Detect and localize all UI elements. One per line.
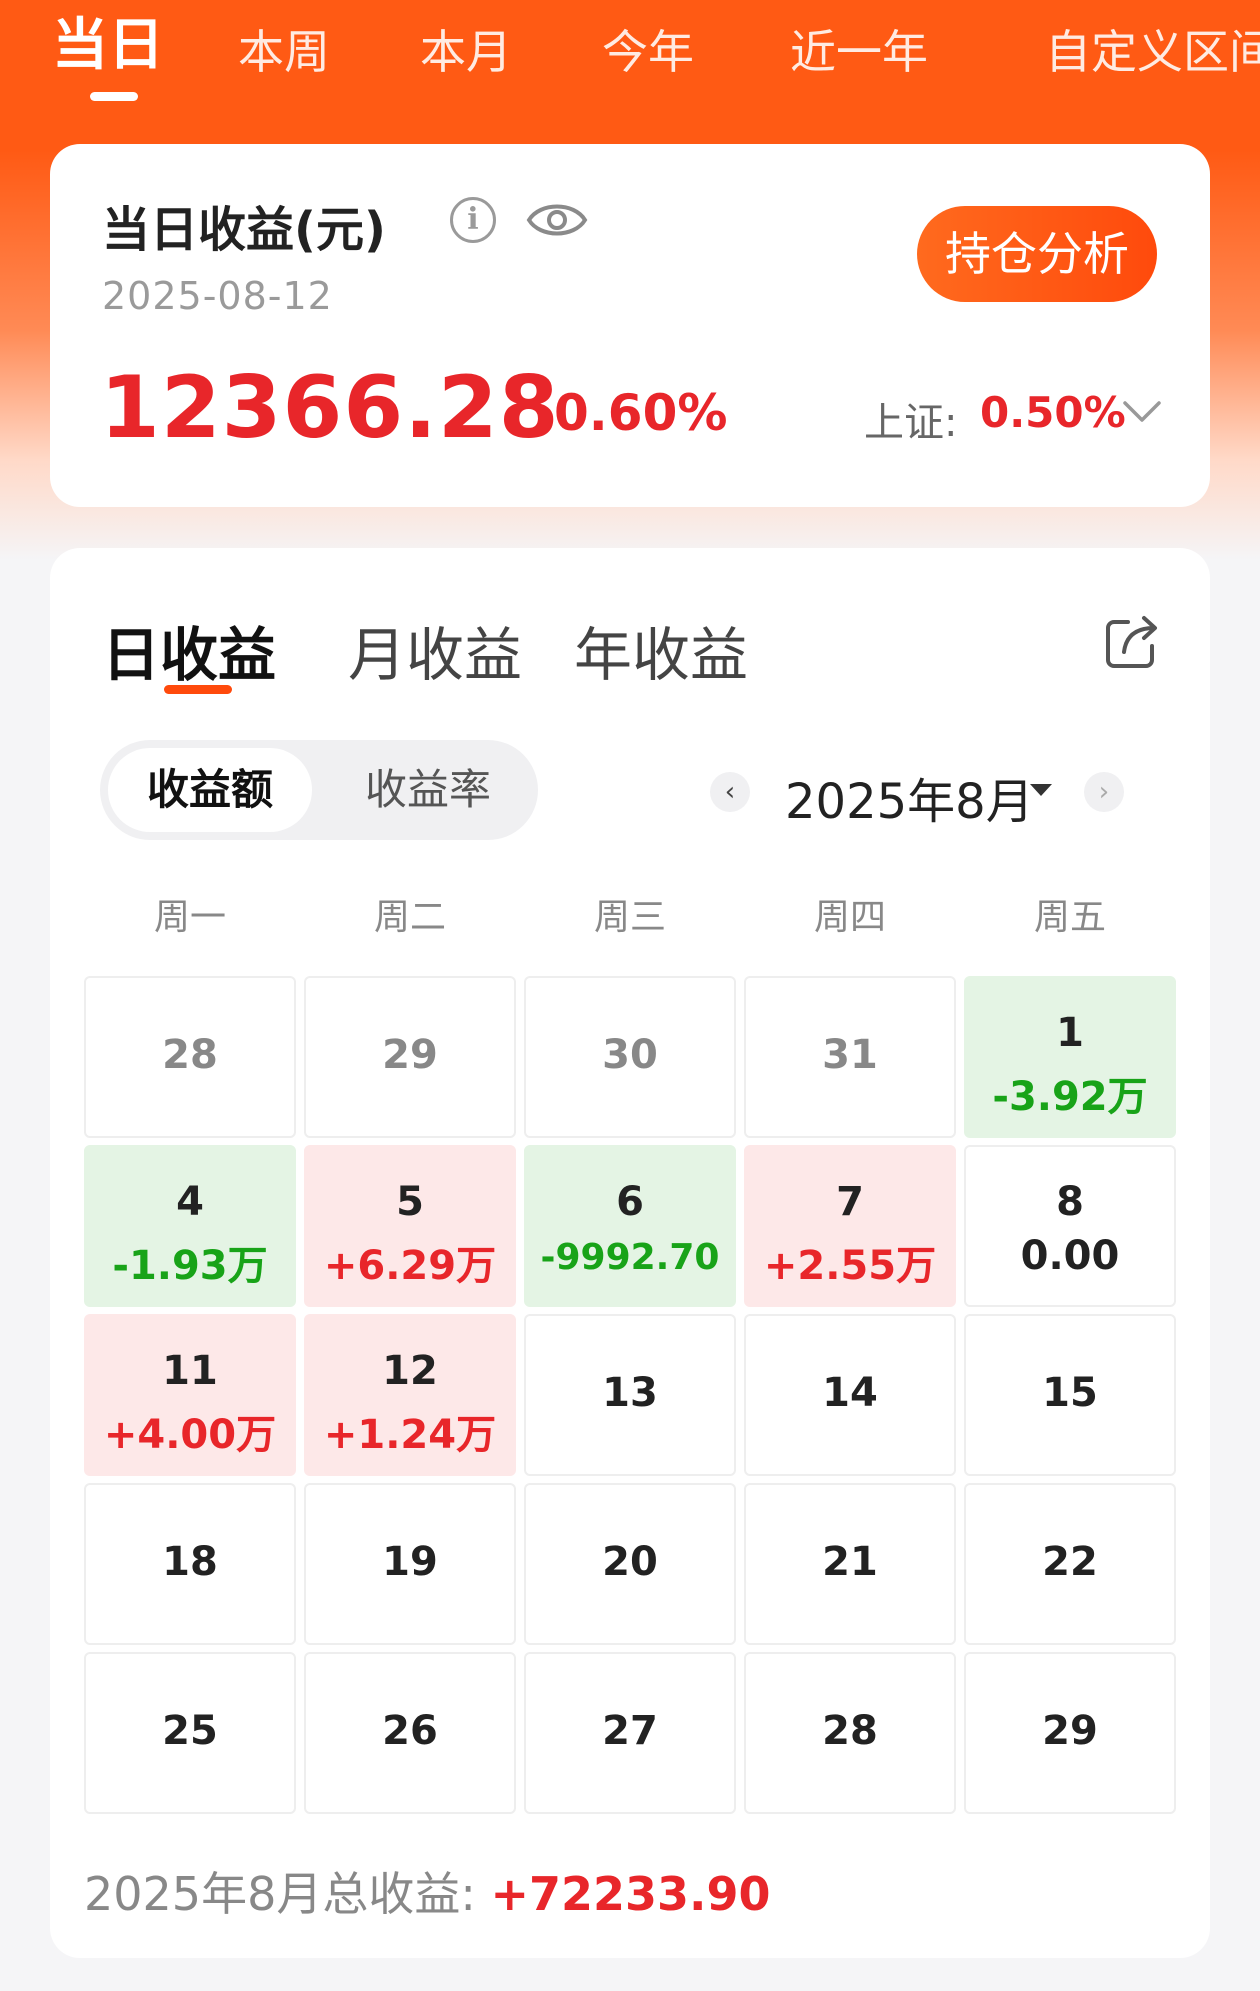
daily-summary-card: 当日收益(元) i 2025-08-12 持仓分析 12366.28 0.60%…: [50, 144, 1210, 507]
profit-calendar-card: 日收益 月收益 年收益 收益额 收益率 ‹ 2025年8月 › 周一 周二 周三…: [50, 548, 1210, 1958]
index-label: 上证:: [864, 400, 958, 446]
day-number: 26: [382, 1708, 438, 1754]
prev-month-button[interactable]: ‹: [710, 772, 750, 812]
tab-last-year[interactable]: 近一年: [790, 22, 928, 82]
day-profit-value: +4.00万: [103, 1412, 277, 1458]
day-number: 4: [176, 1179, 204, 1225]
day-number: 22: [1042, 1539, 1098, 1585]
day-number: 7: [836, 1179, 864, 1225]
calendar-day-cell[interactable]: 31: [744, 976, 956, 1138]
segment-profit-rate[interactable]: 收益率: [326, 748, 530, 832]
active-tab-indicator: [90, 92, 138, 101]
calendar-day-cell[interactable]: 29: [304, 976, 516, 1138]
day-number: 8: [1056, 1179, 1084, 1225]
index-value: 0.50%: [980, 388, 1126, 437]
day-number: 12: [382, 1348, 438, 1394]
day-profit-value: 0.00: [1020, 1233, 1120, 1279]
day-profit-value: +6.29万: [323, 1243, 497, 1289]
calendar-day-cell[interactable]: 1 -3.92万: [964, 976, 1176, 1138]
day-number: 1: [1056, 1010, 1084, 1056]
profit-metric-toggle: 收益额 收益率: [100, 740, 538, 840]
calendar-day-cell[interactable]: 8 0.00: [964, 1145, 1176, 1307]
tab-monthly-profit[interactable]: 月收益: [348, 608, 522, 692]
day-number: 5: [396, 1179, 424, 1225]
calendar-day-cell[interactable]: 6 -9992.70: [524, 1145, 736, 1307]
day-number: 28: [162, 1032, 218, 1078]
day-number: 28: [822, 1708, 878, 1754]
day-number: 20: [602, 1539, 658, 1585]
month-selector[interactable]: 2025年8月: [785, 762, 1034, 832]
month-total-label: 2025年8月总收益:: [84, 1867, 476, 1921]
day-number: 19: [382, 1539, 438, 1585]
calendar-day-cell[interactable]: 26: [304, 1652, 516, 1814]
calendar-day-cell[interactable]: 28: [744, 1652, 956, 1814]
weekday-label: 周五: [1033, 897, 1106, 938]
summary-title: 当日收益(元): [102, 202, 386, 258]
calendar-day-cell[interactable]: 4 -1.93万: [84, 1145, 296, 1307]
type-tab-indicator: [164, 685, 232, 694]
day-number: 30: [602, 1032, 658, 1078]
calendar-day-cell[interactable]: 14: [744, 1314, 956, 1476]
share-icon[interactable]: [1102, 612, 1162, 672]
segment-profit-amount[interactable]: 收益额: [108, 748, 312, 832]
tab-custom-range[interactable]: 自定义区间: [1045, 22, 1260, 82]
month-total-value: +72233.90: [490, 1867, 771, 1921]
weekday-label: 周三: [593, 897, 666, 938]
daily-profit-amount: 12366.28: [100, 358, 560, 458]
period-tab-bar: 当日 本周 本月 今年 近一年 自定义区间: [0, 0, 1260, 110]
calendar-day-cell[interactable]: 5 +6.29万: [304, 1145, 516, 1307]
day-profit-value: +2.55万: [763, 1243, 937, 1289]
calendar-day-cell[interactable]: 27: [524, 1652, 736, 1814]
day-number: 15: [1042, 1370, 1098, 1416]
calendar-day-cell[interactable]: 12 +1.24万: [304, 1314, 516, 1476]
tab-this-week[interactable]: 本周: [238, 22, 330, 82]
calendar-day-cell[interactable]: 30: [524, 976, 736, 1138]
day-number: 6: [616, 1179, 644, 1225]
calendar-day-cell[interactable]: 28: [84, 976, 296, 1138]
day-number: 27: [602, 1708, 658, 1754]
tab-today[interactable]: 当日: [52, 16, 164, 76]
day-profit-value: +1.24万: [323, 1412, 497, 1458]
calendar-day-cell[interactable]: 13: [524, 1314, 736, 1476]
tab-this-year[interactable]: 今年: [602, 22, 694, 82]
calendar-day-cell[interactable]: 7 +2.55万: [744, 1145, 956, 1307]
day-number: 25: [162, 1708, 218, 1754]
weekday-header: 周一 周二 周三 周四 周五: [84, 888, 1176, 948]
calendar-day-cell[interactable]: 21: [744, 1483, 956, 1645]
calendar-day-cell[interactable]: 20: [524, 1483, 736, 1645]
calendar-day-cell[interactable]: 19: [304, 1483, 516, 1645]
month-total: 2025年8月总收益: +72233.90: [84, 1858, 771, 1924]
day-number: 13: [602, 1370, 658, 1416]
day-profit-value: -9992.70: [540, 1237, 720, 1278]
weekday-label: 周二: [373, 897, 446, 938]
weekday-label: 周一: [153, 897, 226, 938]
tab-yearly-profit[interactable]: 年收益: [574, 608, 748, 692]
day-number: 14: [822, 1370, 878, 1416]
calendar-day-cell[interactable]: 22: [964, 1483, 1176, 1645]
weekday-label: 周四: [813, 897, 886, 938]
day-number: 21: [822, 1539, 878, 1585]
info-icon[interactable]: i: [450, 197, 496, 243]
summary-date: 2025-08-12: [102, 274, 333, 318]
calendar-day-cell[interactable]: 15: [964, 1314, 1176, 1476]
caret-down-icon[interactable]: [1030, 784, 1052, 796]
calendar-day-cell[interactable]: 25: [84, 1652, 296, 1814]
eye-icon[interactable]: [526, 196, 588, 244]
day-number: 18: [162, 1539, 218, 1585]
position-analysis-button[interactable]: 持仓分析: [917, 206, 1157, 302]
day-number: 11: [162, 1348, 218, 1394]
day-profit-value: -1.93万: [112, 1243, 268, 1289]
calendar-day-cell[interactable]: 29: [964, 1652, 1176, 1814]
day-number: 31: [822, 1032, 878, 1078]
calendar-day-cell[interactable]: 11 +4.00万: [84, 1314, 296, 1476]
next-month-button[interactable]: ›: [1084, 772, 1124, 812]
tab-this-month[interactable]: 本月: [420, 22, 512, 82]
day-number: 29: [382, 1032, 438, 1078]
daily-profit-percent: 0.60%: [554, 384, 728, 442]
calendar-day-cell[interactable]: 18: [84, 1483, 296, 1645]
day-number: 29: [1042, 1708, 1098, 1754]
tab-daily-profit[interactable]: 日收益: [102, 608, 276, 692]
day-profit-value: -3.92万: [992, 1074, 1148, 1120]
chevron-down-icon[interactable]: [1122, 398, 1162, 426]
